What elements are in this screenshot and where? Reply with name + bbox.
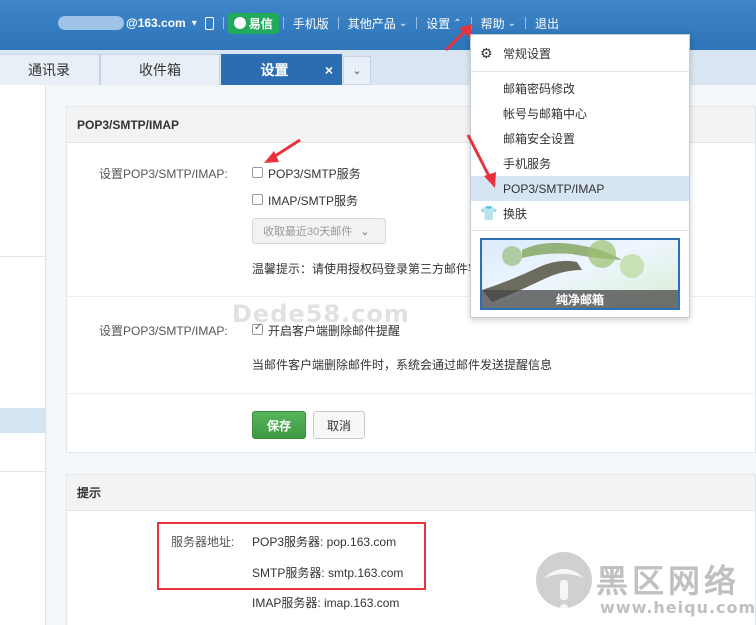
imap-server: IMAP服务器: imap.163.com xyxy=(252,596,400,610)
sidebar-item-selected[interactable] xyxy=(0,408,46,433)
nav-other-products-label: 其他产品 xyxy=(347,16,396,31)
chevron-down-icon: ⌄ xyxy=(352,65,362,77)
mushroom-logo-icon xyxy=(536,552,592,612)
menu-item-skin[interactable]: 👕 换肤 xyxy=(471,201,689,226)
menu-separator xyxy=(471,230,689,231)
pop3-smtp-checkbox[interactable]: POP3/SMTP服务 xyxy=(252,165,361,182)
yixin-button[interactable]: 易信 xyxy=(227,12,279,34)
yixin-label: 易信 xyxy=(248,16,273,31)
nav-other-products[interactable]: 其他产品 ⌄ xyxy=(339,15,416,32)
chevron-down-icon: ⌄ xyxy=(398,17,408,29)
menu-item-mobile-service[interactable]: 手机服务 xyxy=(471,151,689,176)
skin-caption: 纯净邮箱 xyxy=(482,290,678,308)
left-sidebar xyxy=(0,85,46,625)
nav-settings-label: 设置 xyxy=(426,16,451,31)
checkbox-icon[interactable] xyxy=(252,194,263,205)
tab-settings[interactable]: 设置 × xyxy=(221,54,342,85)
nav-help-label: 帮助 xyxy=(480,16,505,31)
sidebar-divider xyxy=(0,256,46,257)
fetch-range-select[interactable]: 收取最近30天邮件 ⌄ xyxy=(252,218,386,244)
gear-icon: ⚙ xyxy=(480,45,493,61)
pop3-smtp-label: POP3/SMTP服务 xyxy=(268,167,361,181)
chevron-down-icon: ▾ xyxy=(191,17,197,29)
tip-text: 温馨提示：请使用授权码登录第三方邮件客 xyxy=(252,262,481,276)
setting-label: 设置POP3/SMTP/IMAP: xyxy=(99,167,228,181)
phone-icon[interactable] xyxy=(204,16,214,30)
sidebar-divider xyxy=(0,471,46,472)
account-domain: @163.com xyxy=(126,16,186,30)
close-icon[interactable]: × xyxy=(325,62,333,78)
watermark-brand: 黑区网络 xyxy=(596,562,741,600)
save-button[interactable]: 保存 xyxy=(252,411,306,439)
menu-item-pop3[interactable]: POP3/SMTP/IMAP xyxy=(471,176,689,201)
nav-help[interactable]: 帮助 ⌄ xyxy=(472,15,525,32)
checkbox-icon[interactable] xyxy=(252,167,263,178)
nav-settings[interactable]: 设置 ⌃ xyxy=(417,15,470,32)
menu-item-general-settings[interactable]: ⚙ 常规设置 xyxy=(471,41,689,66)
setting-label: 设置POP3/SMTP/IMAP: xyxy=(99,324,228,338)
account-name-masked xyxy=(58,16,124,30)
settings-dropdown: ⚙ 常规设置 邮箱密码修改 帐号与邮箱中心 邮箱安全设置 手机服务 POP3/S… xyxy=(470,34,690,318)
skin-preview[interactable]: 纯净邮箱 xyxy=(480,238,680,310)
tab-settings-label: 设置 xyxy=(260,62,289,78)
chevron-down-icon: ⌄ xyxy=(507,17,517,29)
cancel-button[interactable]: 取消 xyxy=(313,411,365,439)
tab-contacts[interactable]: 通讯录 xyxy=(0,54,100,85)
menu-item-account-center[interactable]: 帐号与邮箱中心 xyxy=(471,101,689,126)
account-menu[interactable]: @163.com ▾ xyxy=(58,16,223,30)
watermark-text: Dede58.com xyxy=(232,300,410,328)
imap-smtp-checkbox[interactable]: IMAP/SMTP服务 xyxy=(252,192,358,209)
chevron-up-icon: ⌃ xyxy=(453,17,462,29)
fetch-range-value: 收取最近30天邮件 xyxy=(263,226,353,238)
tab-inbox[interactable]: 收件箱 xyxy=(100,54,220,85)
panel-title: 提示 xyxy=(67,475,755,511)
notify-description: 当邮件客户端删除邮件时，系统会通过邮件发送提醒信息 xyxy=(252,358,553,372)
nav-separator xyxy=(222,17,224,29)
watermark-url: www.heiqu.com xyxy=(600,598,756,617)
yixin-icon xyxy=(233,17,246,29)
shirt-icon: 👕 xyxy=(480,205,498,221)
chevron-down-icon: ⌄ xyxy=(360,225,370,238)
menu-item-label: 换肤 xyxy=(503,207,528,221)
menu-item-security[interactable]: 邮箱安全设置 xyxy=(471,126,689,151)
nav-mobile[interactable]: 手机版 xyxy=(284,15,338,32)
imap-smtp-label: IMAP/SMTP服务 xyxy=(268,194,359,208)
menu-separator xyxy=(471,71,689,72)
divider xyxy=(67,393,756,394)
nav-logout[interactable]: 退出 xyxy=(526,15,568,32)
top-nav: @163.com ▾ 易信 手机版 其他产品 ⌄ 设置 ⌃ 帮助 ⌄ 退出 xyxy=(58,12,568,34)
highlight-box xyxy=(157,522,426,590)
menu-item-password[interactable]: 邮箱密码修改 xyxy=(471,76,689,101)
tab-more-button[interactable]: ⌄ xyxy=(343,56,371,85)
menu-item-label: 常规设置 xyxy=(503,47,552,61)
